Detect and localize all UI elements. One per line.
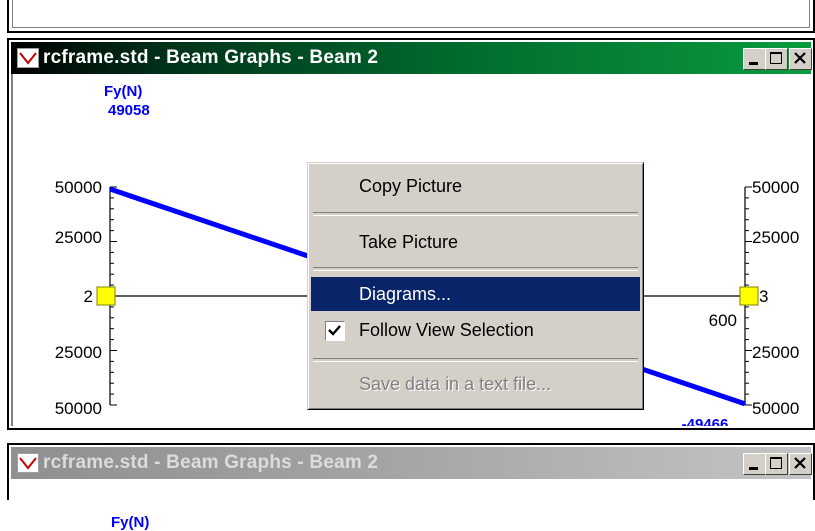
menu-item-label: Diagrams... <box>359 284 452 304</box>
background-window-top[interactable] <box>7 0 815 33</box>
maximize-button[interactable] <box>765 453 788 475</box>
window-title: rcframe.std - Beam Graphs - Beam 2 <box>43 47 379 68</box>
menu-item-label: Copy Picture <box>359 176 463 196</box>
graph-app-icon[interactable] <box>17 453 39 473</box>
maximize-icon <box>770 457 782 469</box>
right-tick-label: 25000 <box>752 228 799 247</box>
close-button[interactable] <box>789 48 812 70</box>
window-title-bar[interactable]: rcframe.std - Beam Graphs - Beam 2 <box>11 447 812 479</box>
right-tick-label: 50000 <box>752 399 799 418</box>
menu-item-take-picture[interactable]: Take Picture <box>311 225 640 259</box>
background-window-client <box>12 0 810 28</box>
end-node-label: 3 <box>759 287 768 306</box>
menu-item-save-data: Save data in a text file... <box>311 367 640 401</box>
window-title-bar[interactable]: rcframe.std - Beam Graphs - Beam 2 <box>11 42 812 74</box>
right-tick-label: 25000 <box>752 343 799 362</box>
left-tick-label: 50000 <box>55 399 102 418</box>
graph-app-icon[interactable] <box>17 48 39 68</box>
checkbox[interactable] <box>325 321 345 341</box>
close-button[interactable] <box>789 453 812 475</box>
left-tick-label: 25000 <box>55 343 102 362</box>
left-tick-label: 50000 <box>55 178 102 197</box>
menu-item-label: Take Picture <box>359 232 459 252</box>
x-end-label: 600 <box>709 311 737 330</box>
start-value-label: 49058 <box>108 102 150 119</box>
menu-item-diagrams[interactable]: Diagrams... <box>311 277 640 311</box>
menu-separator <box>313 212 638 216</box>
start-node-marker <box>96 286 116 306</box>
minimize-icon <box>749 467 758 470</box>
checkmark-icon <box>328 325 341 336</box>
end-node-marker <box>739 286 759 306</box>
menu-item-follow-view-selection[interactable]: Follow View Selection <box>311 313 640 347</box>
right-tick-label: 50000 <box>752 178 799 197</box>
beam-graphs-window-inactive[interactable]: rcframe.std - Beam Graphs - Beam 2 Fy(N) <box>7 443 815 531</box>
context-menu[interactable]: Copy Picture Take Picture Diagrams... Fo… <box>307 162 644 410</box>
minimize-icon <box>749 62 758 65</box>
fy-label: Fy(N) <box>111 514 150 531</box>
chart-title: Fy(N) <box>104 83 142 100</box>
end-value-label: -49466 <box>682 416 729 426</box>
menu-item-copy-picture[interactable]: Copy Picture <box>311 169 640 203</box>
left-tick-label: 25000 <box>55 228 102 247</box>
menu-item-label: Save data in a text file... <box>359 374 552 394</box>
menu-separator <box>313 267 638 271</box>
minimize-button[interactable] <box>743 48 766 70</box>
menu-separator <box>313 358 638 362</box>
menu-item-label: Follow View Selection <box>359 320 534 340</box>
maximize-button[interactable] <box>765 48 788 70</box>
close-icon <box>794 52 806 64</box>
start-node-label: 2 <box>84 287 93 306</box>
graph-area[interactable]: Fy(N) <box>11 479 811 531</box>
window-title: rcframe.std - Beam Graphs - Beam 2 <box>43 452 379 473</box>
maximize-icon <box>770 52 782 64</box>
close-icon <box>794 457 806 469</box>
minimize-button[interactable] <box>743 453 766 475</box>
